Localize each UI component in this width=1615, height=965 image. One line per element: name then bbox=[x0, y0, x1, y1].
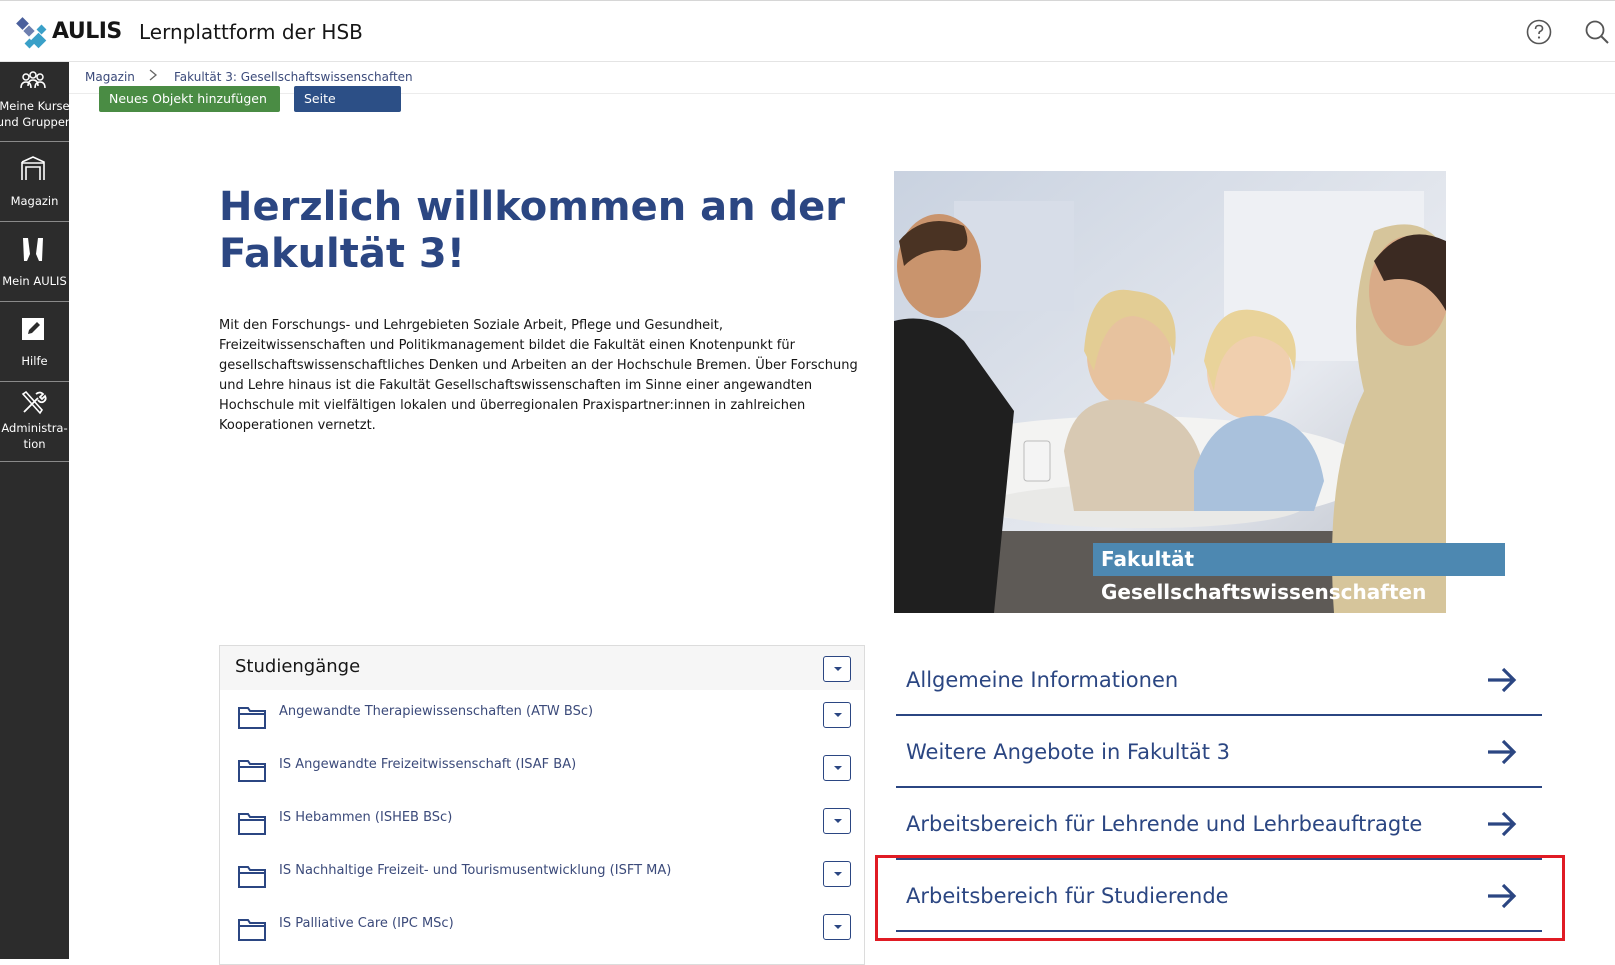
arrow-right-icon bbox=[1488, 739, 1517, 765]
list-item-label[interactable]: IS Palliative Care (IPC MSc) bbox=[279, 916, 454, 931]
intro-text: Mit den Forschungs- und Lehrgebieten Soz… bbox=[219, 318, 858, 433]
search-icon[interactable] bbox=[1583, 18, 1611, 46]
tools-icon bbox=[21, 390, 47, 415]
list-item-label[interactable]: IS Angewandte Freizeitwissenschaft (ISAF… bbox=[279, 757, 576, 772]
arrow-right-icon bbox=[1488, 811, 1517, 837]
item-actions-dropdown[interactable] bbox=[823, 861, 851, 887]
sidebar-item-help[interactable]: Hilfe bbox=[0, 302, 69, 382]
sidebar-label: Magazin bbox=[10, 194, 59, 208]
logo-text[interactable]: AULIS bbox=[52, 19, 122, 44]
list-item[interactable]: IS Nachhaltige Freizeit- und Tourismusen… bbox=[220, 849, 864, 902]
link-more-offers[interactable]: Weitere Angebote in Fakultät 3 bbox=[896, 716, 1542, 788]
sidebar-item-administration[interactable]: Administra- tion bbox=[0, 382, 69, 462]
people-icon bbox=[20, 71, 46, 89]
folder-icon bbox=[238, 707, 266, 729]
folder-icon bbox=[238, 866, 266, 888]
list-item[interactable]: Angewandte Therapiewissenschaften (ATW B… bbox=[220, 690, 864, 743]
folder-icon bbox=[238, 760, 266, 782]
highlight-box bbox=[875, 855, 1565, 941]
sidebar-item-my-aulis[interactable]: Mein AULIS bbox=[0, 222, 69, 302]
breadcrumb-item-faculty[interactable]: Fakultät 3: Gesellschaftswissenschaften bbox=[174, 70, 413, 84]
page-title: Herzlich willkommen an der Fakultät 3! bbox=[219, 184, 846, 277]
list-item[interactable]: IS Palliative Care (IPC MSc) bbox=[220, 902, 864, 955]
folder-icon bbox=[238, 813, 266, 835]
main-sidebar: Meine Kurse und Gruppen Magazin Mein AUL… bbox=[0, 62, 69, 959]
panel-header: Studiengänge bbox=[220, 646, 864, 690]
sidebar-item-my-courses[interactable]: Meine Kurse und Gruppen bbox=[0, 62, 69, 142]
aulis-logo-icon[interactable] bbox=[16, 15, 50, 51]
folder-icon bbox=[238, 919, 266, 941]
top-bar: AULIS Lernplattform der HSB bbox=[0, 0, 1615, 62]
sidebar-label: Hilfe bbox=[21, 354, 48, 368]
list-item[interactable]: IS Angewandte Freizeitwissenschaft (ISAF… bbox=[220, 743, 864, 796]
sidebar-item-magazin[interactable]: Magazin bbox=[0, 142, 69, 222]
sidebar-label: Meine Kurse und Gruppen bbox=[0, 99, 69, 129]
list-item-label[interactable]: IS Nachhaltige Freizeit- und Tourismusen… bbox=[279, 863, 671, 878]
list-item-label[interactable]: Angewandte Therapiewissenschaften (ATW B… bbox=[279, 704, 593, 719]
personal-icon bbox=[23, 238, 43, 261]
chevron-right-icon bbox=[149, 69, 158, 81]
add-new-object-button[interactable]: Neues Objekt hinzufügen bbox=[99, 86, 280, 128]
panel-actions-dropdown[interactable] bbox=[823, 656, 851, 682]
sidebar-label: Administra- tion bbox=[1, 421, 68, 451]
caret-down-icon bbox=[113, 123, 121, 128]
item-actions-dropdown[interactable] bbox=[823, 755, 851, 781]
magazine-icon bbox=[21, 156, 45, 180]
studiengaenge-panel: Studiengänge Angewandte Therapiewissensc… bbox=[219, 645, 865, 965]
app-title: Lernplattform der HSB bbox=[139, 20, 363, 44]
item-actions-dropdown[interactable] bbox=[823, 808, 851, 834]
panel-title: Studiengänge bbox=[235, 656, 361, 677]
arrow-right-icon bbox=[1488, 667, 1517, 693]
hero-caption: Fakultät Gesellschaftswissenschaften bbox=[1093, 543, 1505, 604]
link-label: Weitere Angebote in Fakultät 3 bbox=[906, 740, 1231, 764]
link-label: Allgemeine Informationen bbox=[906, 668, 1179, 692]
list-item-label[interactable]: IS Hebammen (ISHEB BSc) bbox=[279, 810, 452, 825]
breadcrumb-item-magazin[interactable]: Magazin bbox=[85, 70, 135, 84]
link-general-information[interactable]: Allgemeine Informationen bbox=[896, 644, 1542, 716]
sidebar-label: Mein AULIS bbox=[2, 274, 67, 288]
design-page-button[interactable]: Seite gestalten bbox=[294, 86, 401, 132]
item-actions-dropdown[interactable] bbox=[823, 702, 851, 728]
list-item[interactable]: IS Hebammen (ISHEB BSc) bbox=[220, 796, 864, 849]
link-teachers-workspace[interactable]: Arbeitsbereich für Lehrende und Lehrbeau… bbox=[896, 788, 1542, 860]
link-label: Arbeitsbereich für Lehrende und Lehrbeau… bbox=[906, 812, 1423, 836]
item-actions-dropdown[interactable] bbox=[823, 914, 851, 940]
add-new-object-label: Neues Objekt hinzufügen bbox=[109, 91, 267, 106]
help-circle-icon[interactable] bbox=[1525, 18, 1553, 46]
help-note-icon bbox=[22, 318, 44, 340]
